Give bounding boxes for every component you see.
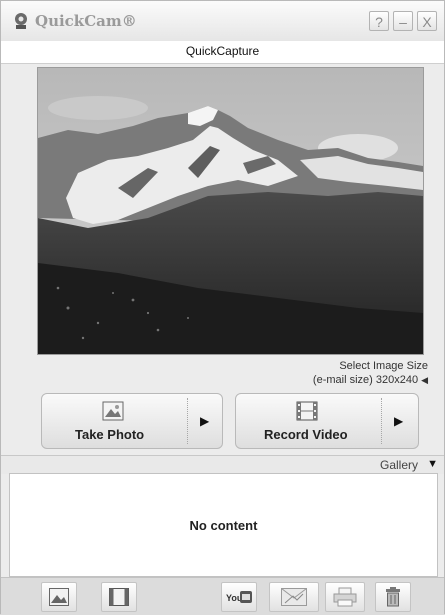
record-video-button[interactable]: Record Video ▶ (235, 393, 419, 449)
delete-button[interactable] (375, 582, 411, 612)
photo-filter-button[interactable] (41, 582, 77, 612)
gallery-content: No content (9, 473, 438, 577)
title-bar: QuickCam® ? – X (1, 1, 444, 42)
empty-gallery-message: No content (189, 518, 258, 533)
trash-icon (386, 587, 400, 607)
gallery-label[interactable]: Gallery (380, 458, 418, 472)
youtube-icon: You (226, 591, 252, 603)
window-subtitle: QuickCapture (185, 44, 260, 58)
play-arrow-icon[interactable]: ▶ (200, 414, 209, 428)
email-icon (281, 588, 307, 606)
triangle-down-icon[interactable]: ▼ (427, 458, 438, 470)
photo-icon (102, 401, 124, 421)
play-arrow-icon[interactable]: ▶ (394, 414, 403, 428)
take-photo-button[interactable]: Take Photo ▶ (41, 393, 223, 449)
gallery-header[interactable]: Gallery ▼ (1, 455, 444, 474)
image-size-selector[interactable]: Select Image Size (e-mail size) 320x240 ◀ (313, 359, 428, 387)
video-filter-button[interactable] (101, 582, 137, 612)
subtitle-bar: QuickCapture (1, 41, 444, 64)
camera-preview (37, 67, 424, 355)
record-video-label: Record Video (264, 427, 348, 442)
bottom-toolbar: You (1, 577, 444, 615)
button-divider (187, 398, 188, 444)
help-button[interactable]: ? (369, 11, 389, 31)
image-size-value[interactable]: (e-mail size) 320x240 (313, 374, 418, 386)
preview-image (38, 68, 423, 354)
triangle-left-icon[interactable]: ◀ (421, 373, 428, 387)
film-icon (296, 401, 318, 421)
take-photo-label: Take Photo (75, 427, 145, 442)
photo-icon (49, 588, 69, 606)
minimize-button[interactable]: – (393, 11, 413, 31)
app-title: QuickCam® (35, 12, 137, 30)
printer-icon (333, 587, 357, 607)
quickcam-window: QuickCam® ? – X QuickCapture Select Imag… (0, 0, 445, 615)
youtube-upload-button[interactable]: You (221, 582, 257, 612)
print-button[interactable] (325, 582, 365, 612)
film-icon (109, 588, 129, 606)
button-divider (381, 398, 382, 444)
youtube-text: You (226, 593, 242, 603)
image-size-label: Select Image Size (339, 360, 428, 372)
email-button[interactable] (269, 582, 319, 612)
webcam-icon (15, 13, 27, 29)
close-button[interactable]: X (417, 11, 437, 31)
